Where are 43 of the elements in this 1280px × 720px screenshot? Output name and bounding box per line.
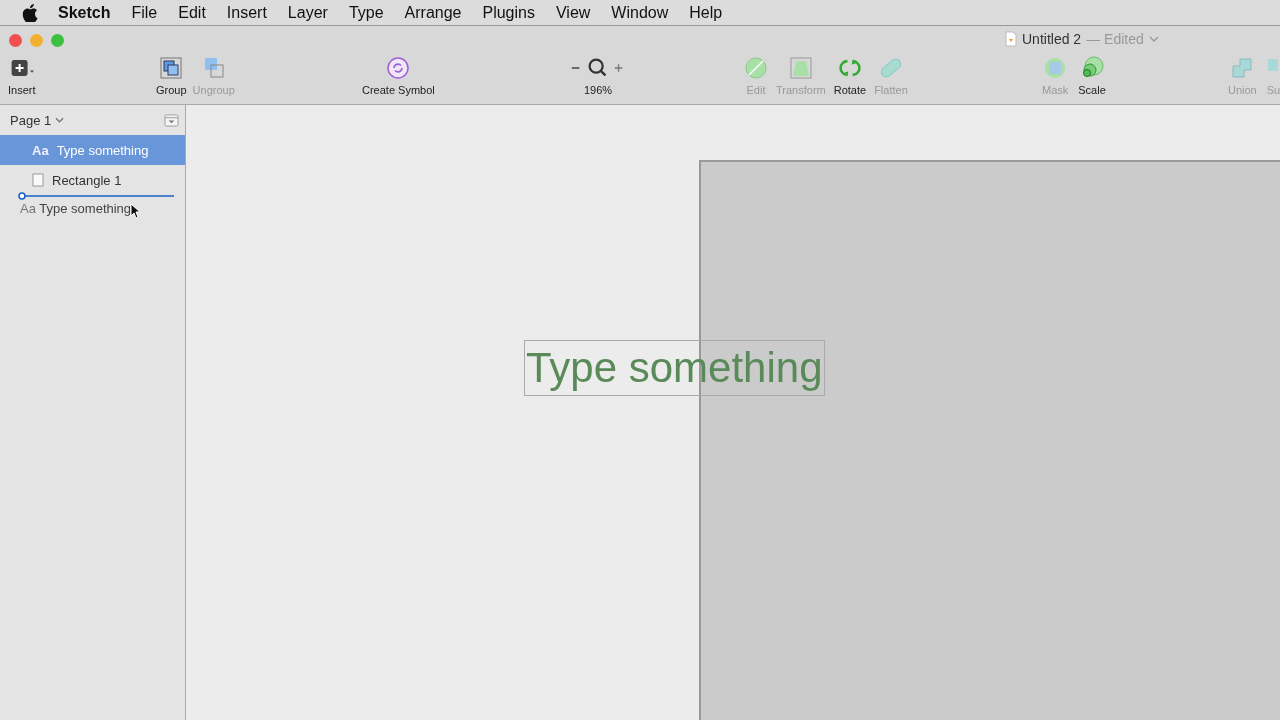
scale-icon — [1080, 56, 1105, 80]
transform-icon — [788, 56, 813, 80]
edit-shape-icon — [744, 56, 768, 80]
group-icon — [159, 56, 184, 80]
apple-logo-icon[interactable] — [22, 3, 38, 22]
menu-item[interactable]: Arrange — [404, 3, 462, 22]
menu-item[interactable]: File — [131, 3, 158, 22]
close-button[interactable] — [9, 33, 22, 47]
symbol-tool-button[interactable]: Create Symbol — [362, 56, 435, 96]
menu-item[interactable]: Type — [348, 3, 384, 22]
zoom-button[interactable] — [51, 33, 64, 47]
rectangle-layer-icon — [32, 173, 44, 187]
minimize-button[interactable] — [30, 33, 43, 47]
window-title: Untitled 2 — [1022, 31, 1082, 47]
menu-item[interactable]: Plugins — [482, 3, 535, 22]
chevron-down-icon[interactable] — [55, 117, 65, 123]
app-menu[interactable]: Sketch — [58, 3, 111, 22]
zoom-tool-button[interactable]: 196% — [570, 56, 626, 96]
symbol-icon — [386, 56, 411, 80]
page-selector[interactable]: Page 1 — [10, 112, 52, 128]
collapse-pages-icon[interactable] — [164, 113, 179, 127]
text-layer-icon: Aa — [32, 142, 49, 158]
menu-item[interactable]: Layer — [287, 3, 328, 22]
menu-item[interactable]: View — [555, 3, 591, 22]
menu-item[interactable]: Edit — [178, 3, 206, 22]
layer-name: Type something — [56, 142, 149, 158]
layer-name: Rectangle 1 — [52, 172, 122, 188]
rotate-tool-button[interactable]: Rotate — [833, 56, 867, 96]
scale-tool-button[interactable]: Scale — [1078, 56, 1106, 96]
menu-item[interactable]: Insert — [226, 3, 267, 22]
group-tool-button[interactable]: Group — [156, 56, 187, 96]
mask-icon — [1043, 56, 1068, 80]
document-status: — Edited — [1086, 31, 1144, 47]
menu-item[interactable]: Window — [611, 3, 669, 22]
subtract-icon — [1268, 59, 1279, 71]
document-icon — [1005, 31, 1017, 47]
union-icon — [1230, 56, 1255, 80]
dragged-layer: Aa Type something — [20, 201, 132, 216]
menu-item[interactable]: Help — [689, 3, 723, 22]
cursor-icon — [130, 203, 140, 219]
layer-row[interactable]: Rectangle 1 — [0, 165, 185, 195]
chevron-down-icon[interactable] — [1148, 36, 1159, 42]
insert-tool-button[interactable]: Insert — [8, 56, 36, 96]
